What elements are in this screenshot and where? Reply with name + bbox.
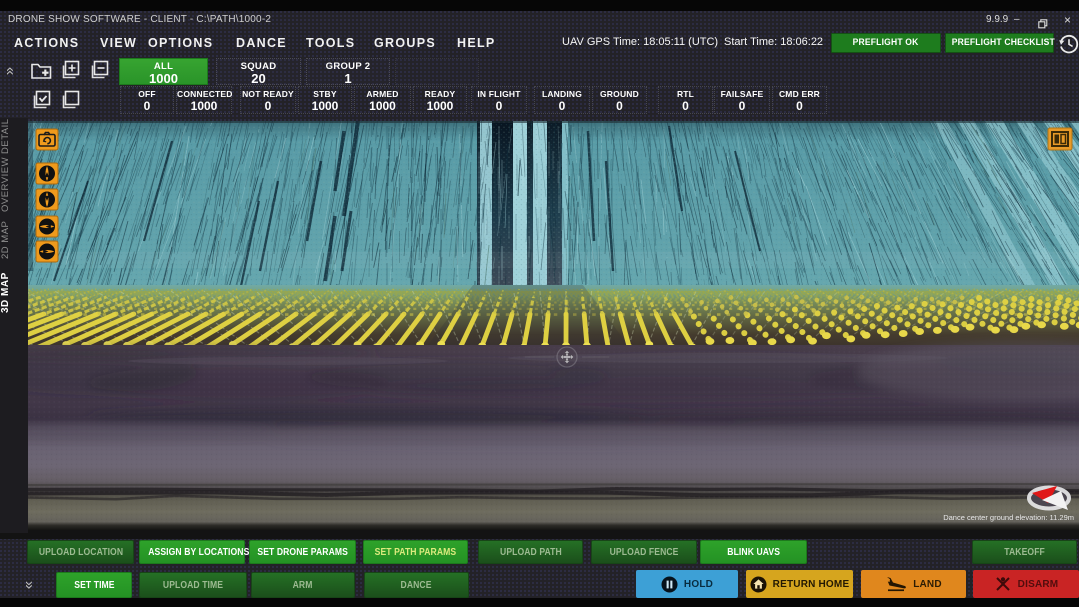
svg-text:Dance center ground elevation:: Dance center ground elevation: 11.29m (943, 513, 1074, 522)
